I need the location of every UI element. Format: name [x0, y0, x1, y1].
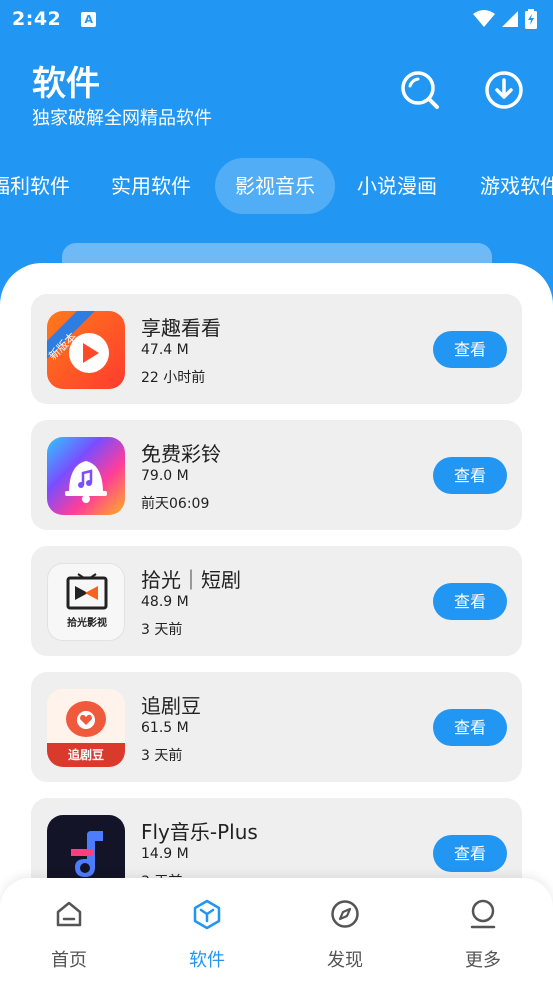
nav-software[interactable]: 软件	[157, 878, 257, 984]
download-button[interactable]	[482, 68, 526, 112]
bell-music-icon	[47, 437, 125, 515]
tab-utility[interactable]: 实用软件	[91, 158, 211, 214]
compass-icon	[331, 900, 359, 928]
view-button[interactable]: 查看	[433, 457, 507, 494]
page-title: 软件	[32, 64, 100, 104]
nav-discover[interactable]: 发现	[295, 878, 395, 984]
app-card[interactable]: 新版本 享趣看看 47.4 M 22 小时前 查看	[31, 294, 522, 404]
status-time: 2:42	[12, 8, 62, 30]
view-button[interactable]: 查看	[433, 835, 507, 872]
app-header: 软件 独家破解全网精品软件	[0, 38, 553, 148]
app-update-time: 前天06:09	[141, 496, 210, 512]
shiguang-icon: 拾光影视	[47, 563, 125, 641]
search-button[interactable]	[398, 68, 442, 112]
icon-caption: 拾光影视	[67, 618, 107, 629]
app-name: Fly音乐-Plus	[141, 820, 258, 844]
nav-label: 发现	[327, 950, 363, 971]
app-name: 享趣看看	[141, 316, 221, 340]
battery-icon	[525, 9, 537, 29]
view-button[interactable]: 查看	[433, 709, 507, 746]
app-size: 14.9 M	[141, 846, 189, 862]
status-bar: 2:42 A	[0, 0, 553, 38]
page-subtitle: 独家破解全网精品软件	[32, 108, 212, 129]
tab-video-music[interactable]: 影视音乐	[215, 158, 335, 214]
home-icon	[56, 901, 82, 927]
app-card[interactable]: 拾光影视 拾光｜短剧 48.9 M 3 天前 查看	[31, 546, 522, 656]
nav-label: 首页	[51, 950, 87, 971]
app-size: 48.9 M	[141, 594, 189, 610]
notification-icon: A	[81, 11, 97, 27]
signal-icon	[502, 11, 518, 27]
nav-more[interactable]: 更多	[433, 878, 533, 984]
search-icon	[401, 71, 439, 109]
nav-label: 更多	[465, 950, 501, 971]
cube-icon	[193, 899, 221, 930]
wifi-icon	[473, 10, 495, 27]
tab-games[interactable]: 游戏软件	[460, 158, 553, 214]
icon-caption: 追剧豆	[67, 748, 104, 762]
app-size: 47.4 M	[141, 342, 189, 358]
app-name: 拾光｜短剧	[141, 568, 241, 592]
app-name: 追剧豆	[141, 694, 201, 718]
app-card[interactable]: 追剧豆 追剧豆 61.5 M 3 天前 查看	[31, 672, 522, 782]
app-size: 61.5 M	[141, 720, 189, 736]
nav-home[interactable]: 首页	[19, 878, 119, 984]
status-icons	[473, 9, 537, 29]
app-list-sheet: 新版本 享趣看看 47.4 M 22 小时前 查看 免费彩铃 79.0 M 前天…	[0, 263, 553, 984]
app-update-time: 22 小时前	[141, 370, 206, 386]
tab-welfare[interactable]: 福利软件	[0, 158, 90, 214]
app-update-time: 3 天前	[141, 622, 183, 638]
tab-novel-comic[interactable]: 小说漫画	[337, 158, 457, 214]
category-tabs: 福利软件 实用软件 影视音乐 小说漫画 游戏软件	[0, 158, 553, 214]
view-button[interactable]: 查看	[433, 583, 507, 620]
app-card[interactable]: 免费彩铃 79.0 M 前天06:09 查看	[31, 420, 522, 530]
app-name: 免费彩铃	[141, 442, 221, 466]
bottom-navigation: 首页 软件 发现 更多	[0, 878, 553, 984]
view-button[interactable]: 查看	[433, 331, 507, 368]
person-icon	[470, 899, 496, 929]
app-size: 79.0 M	[141, 468, 189, 484]
zhujudou-icon: 追剧豆	[47, 689, 125, 767]
app-update-time: 3 天前	[141, 748, 183, 764]
nav-label: 软件	[189, 950, 225, 971]
download-icon	[485, 71, 523, 109]
